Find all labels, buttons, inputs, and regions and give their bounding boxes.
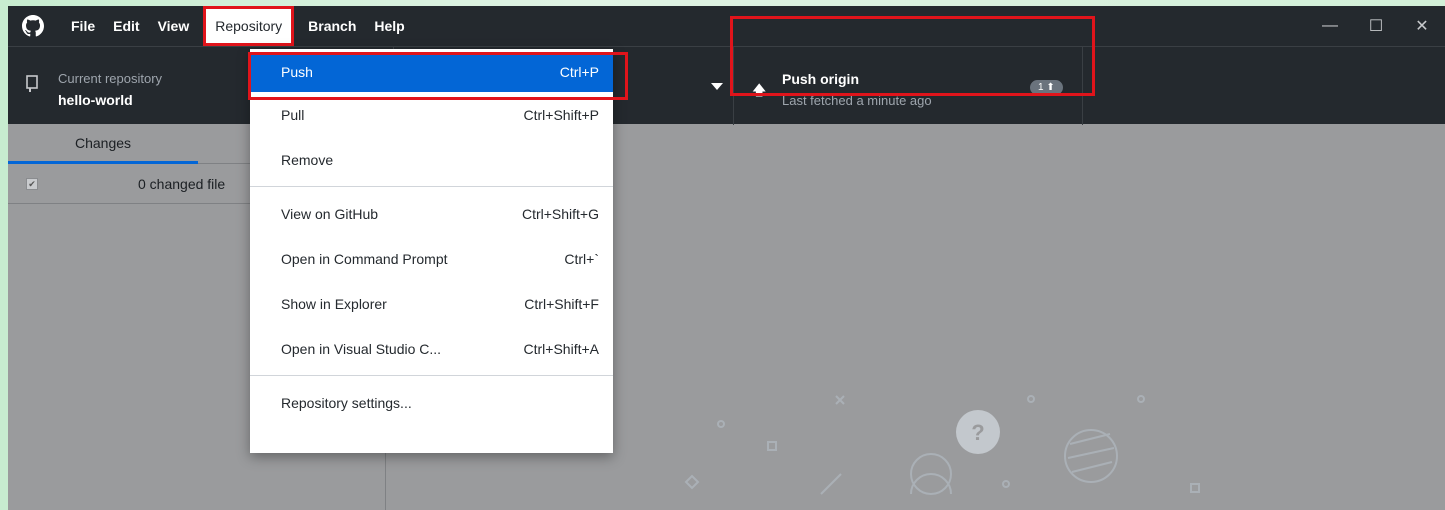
current-repository-name: hello-world xyxy=(58,92,133,108)
menu-item-show-in-explorer[interactable]: Show in Explorer Ctrl+Shift+F xyxy=(250,281,613,326)
minimize-button[interactable]: — xyxy=(1307,6,1353,46)
svg-text:?: ? xyxy=(971,420,984,445)
menu-item-label: Repository settings... xyxy=(281,394,412,411)
select-all-checkbox[interactable]: ✔ xyxy=(26,178,38,190)
push-menu-highlight-box xyxy=(248,52,628,100)
menu-item-shortcut: Ctrl+Shift+P xyxy=(523,106,599,123)
menu-edit[interactable]: Edit xyxy=(104,6,148,46)
menu-view[interactable]: View xyxy=(149,6,199,46)
menu-item-label: Remove xyxy=(281,151,334,168)
tab-changes[interactable]: Changes xyxy=(8,124,198,164)
github-desktop-window: File Edit View Repository Branch Help — … xyxy=(8,6,1445,510)
push-origin-highlight-box xyxy=(730,16,1095,96)
menu-item-label: Pull xyxy=(281,106,305,123)
menu-item-shortcut: Ctrl+Shift+A xyxy=(523,340,599,357)
menu-bar: File Edit View Repository Branch Help — … xyxy=(8,6,1445,46)
menu-item-shortcut: Ctrl+Shift+F xyxy=(524,295,599,312)
menu-item-label: View on GitHub xyxy=(281,205,379,222)
repository-menu: Push Ctrl+P Pull Ctrl+Shift+P Remove Vie… xyxy=(250,49,613,453)
menu-repository[interactable]: Repository xyxy=(203,6,295,46)
menu-file[interactable]: File xyxy=(62,6,104,46)
menu-item-label: Open in Command Prompt xyxy=(281,250,448,267)
changed-files-count: 0 changed file xyxy=(138,176,226,192)
menu-item-shortcut: Ctrl+Shift+G xyxy=(521,205,599,222)
menu-item-repository-settings[interactable]: Repository settings... xyxy=(250,380,613,425)
menu-item-remove[interactable]: Remove xyxy=(250,137,613,182)
maximize-button[interactable]: ☐ xyxy=(1353,6,1399,46)
menu-item-open-command-prompt[interactable]: Open in Command Prompt Ctrl+` xyxy=(250,236,613,281)
chevron-down-icon xyxy=(711,83,723,90)
window-controls: — ☐ ✕ xyxy=(1307,6,1445,46)
menu-branch[interactable]: Branch xyxy=(299,6,365,46)
repository-icon xyxy=(26,75,38,92)
github-logo-icon[interactable] xyxy=(22,15,44,37)
menu-item-open-in-vscode[interactable]: Open in Visual Studio C... Ctrl+Shift+A xyxy=(250,326,613,371)
current-repository-caption: Current repository xyxy=(58,71,163,86)
menu-item-shortcut: Ctrl+` xyxy=(564,250,599,267)
menu-separator xyxy=(250,186,613,187)
empty-state-illustration: ? xyxy=(684,395,1200,495)
close-button[interactable]: ✕ xyxy=(1399,6,1445,46)
menu-item-label: Show in Explorer xyxy=(281,295,387,312)
menu-help[interactable]: Help xyxy=(365,6,413,46)
menu-item-view-on-github[interactable]: View on GitHub Ctrl+Shift+G xyxy=(250,191,613,236)
menu-separator xyxy=(250,375,613,376)
menu-item-label: Open in Visual Studio C... xyxy=(281,340,442,357)
toolbar: Current repository hello-world 🡅 Push or… xyxy=(8,46,1445,125)
